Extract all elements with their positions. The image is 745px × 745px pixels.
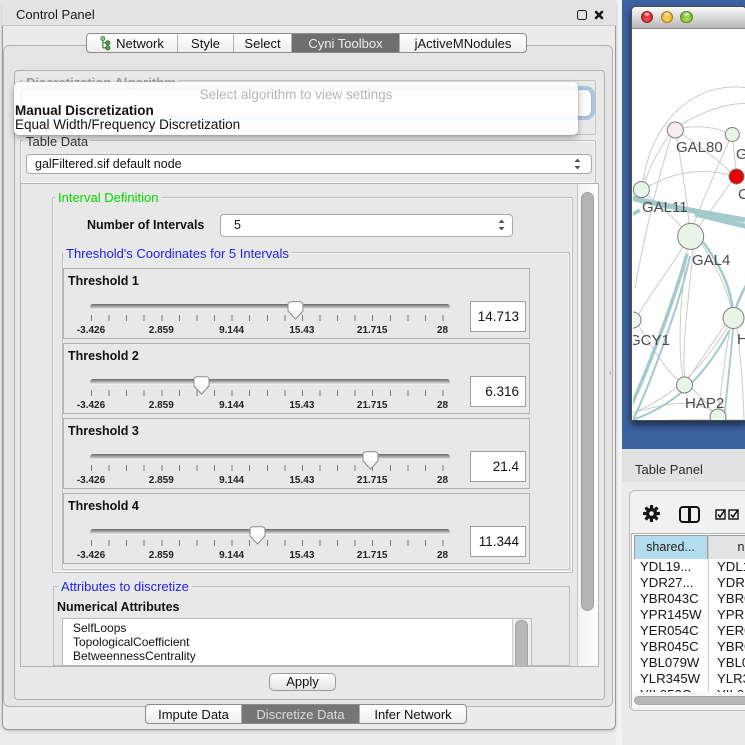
svg-text:GAL80: GAL80 (676, 139, 723, 156)
svg-text:C: C (738, 186, 745, 203)
svg-text:GA: GA (736, 146, 745, 163)
svg-text:HAP2: HAP2 (685, 395, 724, 412)
svg-text:H: H (737, 331, 745, 348)
svg-text:GCY1: GCY1 (633, 332, 670, 349)
svg-text:GAL11: GAL11 (642, 199, 688, 216)
svg-text:GAL4: GAL4 (692, 252, 730, 269)
